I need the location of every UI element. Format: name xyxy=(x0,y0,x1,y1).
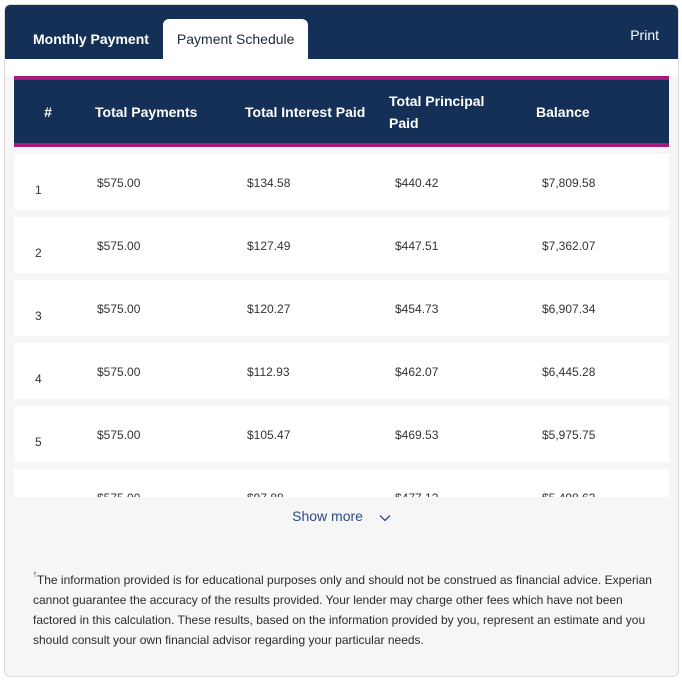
cell-total-interest: $112.93 xyxy=(247,365,290,379)
disclaimer-text: †The information provided is for educati… xyxy=(33,570,663,650)
table-row: 6$575.00$97.88$477.12$5,498.63 xyxy=(14,469,669,497)
cell-total-principal: $469.53 xyxy=(395,428,439,442)
cell-balance: $5,498.63 xyxy=(530,469,595,497)
table-row: 3 $575.00 $120.27 $454.73 $6,907.34 xyxy=(14,280,669,336)
cell-balance: $5,975.75 xyxy=(542,428,596,442)
header-balance: Balance xyxy=(536,103,590,120)
cell-total-payment: $575.00 xyxy=(97,302,141,316)
cell-total-payment: $575.00 xyxy=(97,239,141,253)
cell-balance: $7,809.58 xyxy=(542,176,596,190)
table-row: 5 $575.00 $105.47 $469.53 $5,975.75 xyxy=(14,406,669,462)
row-number: 2 xyxy=(35,246,42,260)
cell-total-interest: $134.58 xyxy=(247,176,291,190)
cell-balance: $7,362.07 xyxy=(542,239,596,253)
table-row: 4 $575.00 $112.93 $462.07 $6,445.28 xyxy=(14,343,669,399)
cell-total-principal: $477.12 xyxy=(381,469,530,497)
row-number: 3 xyxy=(35,309,42,323)
cell-total-principal: $462.07 xyxy=(395,365,439,379)
cell-total-interest: $127.49 xyxy=(247,239,291,253)
schedule-table-header: # Total Payments Total Interest Paid Tot… xyxy=(14,76,669,147)
tab-bar: Monthly Payment Payment Schedule Print xyxy=(5,5,678,59)
cell-total-payment: $575.00 xyxy=(82,469,232,497)
tab-content-spacer xyxy=(5,59,678,76)
payment-calculator-card: Monthly Payment Payment Schedule Print #… xyxy=(4,4,679,677)
header-number: # xyxy=(44,103,52,120)
row-number: 1 xyxy=(35,183,42,197)
disclaimer-body: The information provided is for educatio… xyxy=(33,573,652,647)
cell-balance: $6,445.28 xyxy=(542,365,596,379)
print-button[interactable]: Print xyxy=(630,27,659,43)
cell-total-principal: $447.51 xyxy=(395,239,439,253)
cell-total-interest: $97.88 xyxy=(232,469,381,497)
cell-total-principal: $454.73 xyxy=(395,302,439,316)
cell-total-payment: $575.00 xyxy=(97,365,141,379)
row-number: 5 xyxy=(35,435,42,449)
table-row: 2 $575.00 $127.49 $447.51 $7,362.07 xyxy=(14,217,669,273)
header-total-principal-paid: Total Principal Paid xyxy=(389,92,485,131)
tab-monthly-payment[interactable]: Monthly Payment xyxy=(19,19,163,59)
cell-total-interest: $120.27 xyxy=(247,302,291,316)
header-total-payments: Total Payments xyxy=(95,103,198,120)
cell-total-payment: $575.00 xyxy=(97,176,141,190)
show-more-button[interactable]: Show more xyxy=(5,504,678,528)
schedule-rows-scroll-area[interactable]: 1 $575.00 $134.58 $440.42 $7,809.58 2 $575.00 $… xyxy=(5,147,678,497)
tab-payment-schedule[interactable]: Payment Schedule xyxy=(162,19,309,59)
header-total-interest-paid: Total Interest Paid xyxy=(245,103,366,120)
chevron-down-icon xyxy=(379,505,391,529)
row-number: 6 xyxy=(14,469,82,497)
table-row: 1 $575.00 $134.58 $440.42 $7,809.58 xyxy=(14,154,669,210)
cell-total-interest: $105.47 xyxy=(247,428,291,442)
cell-total-payment: $575.00 xyxy=(97,428,141,442)
cell-balance: $6,907.34 xyxy=(542,302,596,316)
row-number: 4 xyxy=(35,372,42,386)
show-more-label: Show more xyxy=(292,508,363,524)
cell-total-principal: $440.42 xyxy=(395,176,439,190)
